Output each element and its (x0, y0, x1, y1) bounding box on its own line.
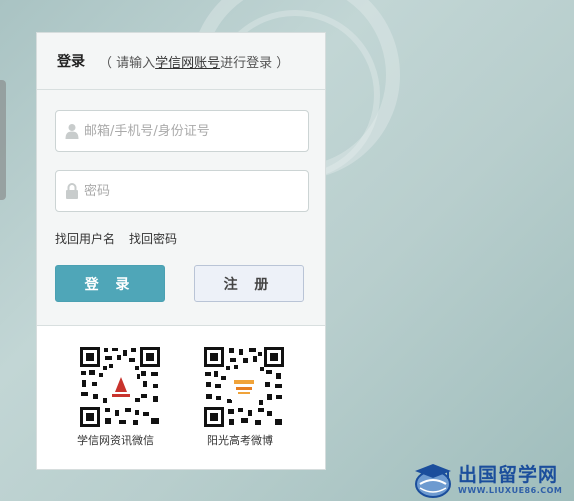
logo-url: WWW.LIUXUE86.COM (458, 486, 563, 495)
site-logo[interactable]: 出国留学网 WWW.LIUXUE86.COM (412, 458, 574, 501)
username-input[interactable] (84, 111, 304, 151)
user-icon (65, 124, 79, 139)
hint-prefix: （ 请输入 (99, 55, 156, 71)
cap-globe-icon (415, 463, 451, 498)
login-form: 找回用户名 找回密码 登 录 注 册 (37, 90, 325, 302)
password-field[interactable] (55, 170, 309, 212)
login-panel: 登录 （ 请输入学信网账号进行登录 ） 找回用户名 找回密码 登 录 注 册 (36, 32, 326, 470)
background-left-decoration (0, 80, 6, 200)
gaokao-weibo-qr-code (203, 346, 285, 428)
login-hint: （ 请输入学信网账号进行登录 ） (99, 52, 289, 71)
forgot-password-link[interactable]: 找回密码 (129, 230, 177, 247)
logo-text: 出国留学网 WWW.LIUXUE86.COM (458, 464, 562, 495)
lock-icon (66, 183, 78, 199)
action-buttons: 登 录 注 册 (55, 265, 304, 302)
login-button[interactable]: 登 录 (55, 265, 165, 302)
username-field[interactable] (55, 110, 309, 152)
gaokao-weibo-label: 阳光高考微博 (207, 434, 273, 447)
xuexin-account-link[interactable]: 学信网账号 (155, 56, 220, 71)
xuexin-wechat-qr-code (79, 346, 161, 428)
xuexin-wechat-label: 学信网资讯微信 (77, 434, 154, 447)
login-title: 登录 (57, 54, 85, 70)
password-input[interactable] (84, 171, 304, 211)
login-header: 登录 （ 请输入学信网账号进行登录 ） (37, 33, 325, 90)
logo-title: 出国留学网 (458, 464, 559, 486)
forgot-username-link[interactable]: 找回用户名 (55, 230, 115, 247)
qr-code-area: 学信网资讯微信 阳光高考微博 (37, 325, 325, 469)
register-button[interactable]: 注 册 (194, 265, 304, 302)
hint-suffix: 进行登录 ） (220, 55, 290, 71)
recovery-links: 找回用户名 找回密码 (55, 230, 308, 247)
